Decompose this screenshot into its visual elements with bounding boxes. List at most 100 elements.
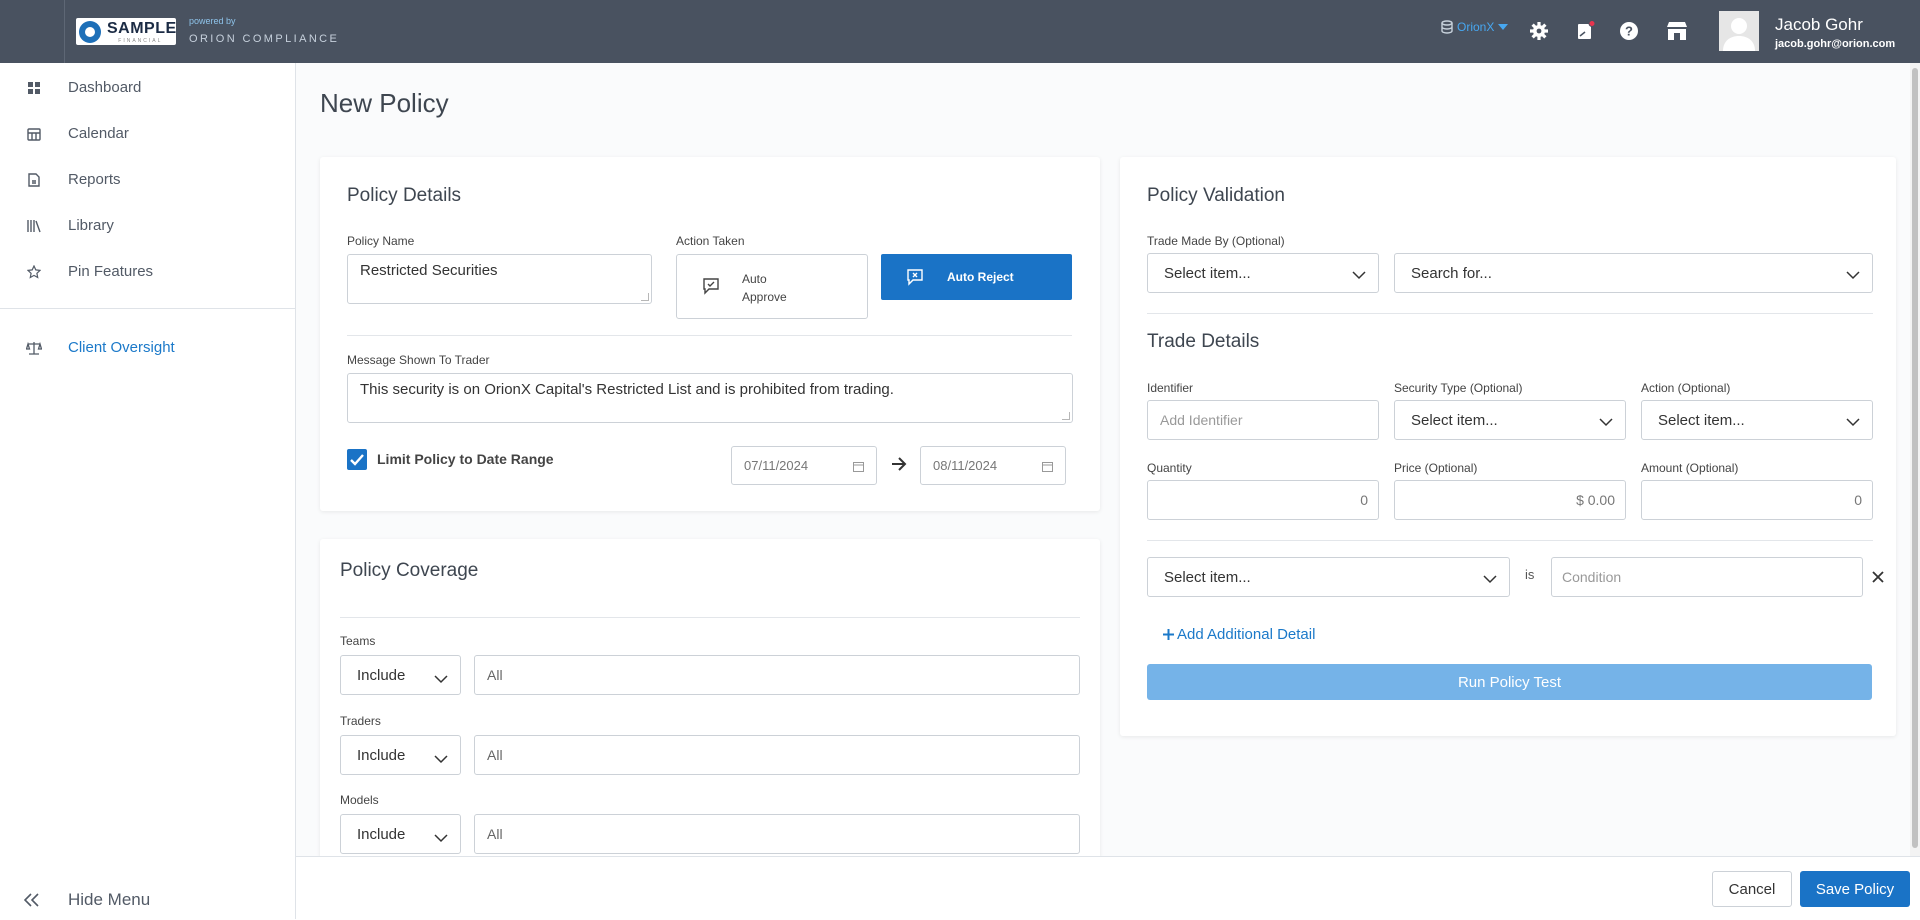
trader-message-value: This security is on OrionX Capital's Res…: [360, 381, 894, 398]
hide-menu-button[interactable]: Hide Menu: [0, 880, 295, 920]
condition-input[interactable]: Condition: [1551, 557, 1863, 597]
database-icon: [1441, 20, 1453, 34]
resize-handle[interactable]: [641, 293, 649, 301]
settings-gear-icon[interactable]: [1526, 18, 1552, 44]
auto-reject-label: Auto Reject: [947, 270, 1014, 284]
teams-mode-select[interactable]: Include: [340, 655, 461, 695]
chevron-down-icon: [434, 751, 448, 768]
sidebar-item-pin-features[interactable]: Pin Features: [0, 250, 295, 292]
teams-label: Teams: [340, 634, 376, 648]
sidebar-item-dashboard[interactable]: Dashboard: [0, 66, 295, 108]
traders-mode-select[interactable]: Include: [340, 735, 461, 775]
identifier-label: Identifier: [1147, 381, 1194, 395]
traders-label: Traders: [340, 714, 381, 728]
teams-value: All: [487, 667, 503, 683]
action-footer: [296, 856, 1920, 919]
identifier-input[interactable]: Add Identifier: [1147, 400, 1379, 440]
quantity-value: 0: [1360, 492, 1368, 508]
store-icon[interactable]: [1664, 18, 1690, 44]
models-label: Models: [340, 793, 379, 807]
end-date-value: 08/11/2024: [933, 458, 998, 473]
limit-date-range-label[interactable]: Limit Policy to Date Range: [377, 451, 554, 467]
sidebar-item-label: Library: [68, 216, 114, 234]
checkmark-icon: [350, 453, 364, 466]
trader-message-input[interactable]: This security is on OrionX Capital's Res…: [347, 373, 1073, 423]
logo-text: SAMPLE: [107, 19, 177, 37]
models-mode-value: Include: [357, 825, 406, 843]
save-policy-button[interactable]: Save Policy: [1800, 871, 1910, 907]
amount-input[interactable]: 0: [1641, 480, 1873, 520]
calendar-icon[interactable]: [1042, 460, 1053, 475]
firm-name: OrionX: [1457, 20, 1495, 34]
action-select[interactable]: Select item...: [1641, 400, 1873, 440]
security-type-select[interactable]: Select item...: [1394, 400, 1626, 440]
teams-value-input[interactable]: All: [474, 655, 1080, 695]
search-trader-select[interactable]: Search for...: [1394, 253, 1873, 293]
run-policy-test-button[interactable]: Run Policy Test: [1147, 664, 1872, 700]
limit-date-range-checkbox[interactable]: [347, 449, 367, 470]
caret-down-icon: [1498, 24, 1509, 30]
library-icon: [26, 218, 42, 234]
remove-condition-icon[interactable]: [1871, 570, 1885, 589]
sidebar-item-library[interactable]: Library: [0, 204, 295, 246]
firm-selector[interactable]: OrionX: [1441, 20, 1509, 34]
auto-reject-button[interactable]: Auto Reject: [881, 254, 1072, 300]
calendar-icon[interactable]: [853, 460, 864, 475]
logo-mark-icon: [79, 20, 101, 43]
models-value-input[interactable]: All: [474, 814, 1080, 854]
sidebar-item-client-oversight[interactable]: Client Oversight: [0, 326, 295, 368]
amount-label: Amount (Optional): [1641, 461, 1739, 475]
company-logo[interactable]: SAMPLE FINANCIAL: [76, 18, 176, 45]
help-icon[interactable]: ?: [1616, 18, 1642, 44]
page-title: New Policy: [320, 88, 449, 118]
price-label: Price (Optional): [1394, 461, 1478, 475]
dashboard-icon: [26, 80, 42, 96]
start-date-value: 07/11/2024: [744, 458, 809, 473]
resize-handle[interactable]: [1062, 412, 1070, 420]
sidebar-item-reports[interactable]: Reports: [0, 158, 295, 200]
divider: [1147, 313, 1873, 314]
report-icon: [26, 172, 42, 188]
price-input[interactable]: $ 0.00: [1394, 480, 1626, 520]
trade-made-by-select[interactable]: Select item...: [1147, 253, 1379, 293]
security-type-value: Select item...: [1411, 411, 1498, 429]
policy-name-input[interactable]: Restricted Securities: [347, 254, 652, 304]
detail-field-select[interactable]: Select item...: [1147, 557, 1510, 597]
auto-approve-button[interactable]: Auto Approve: [676, 254, 868, 319]
user-email: jacob.gohr@orion.com: [1775, 38, 1896, 50]
models-mode-select[interactable]: Include: [340, 814, 461, 854]
start-date-input[interactable]: 07/11/2024: [731, 446, 877, 485]
action-value: Select item...: [1658, 411, 1745, 429]
user-name[interactable]: Jacob Gohr: [1775, 15, 1863, 35]
chevron-down-icon: [434, 671, 448, 688]
save-label: Save Policy: [1815, 880, 1895, 898]
chevron-down-icon: [1599, 414, 1613, 431]
message-check-icon: [702, 277, 720, 300]
svg-text:?: ?: [1625, 24, 1633, 39]
trade-details-title: Trade Details: [1147, 331, 1260, 352]
scrollbar-thumb[interactable]: [1912, 68, 1918, 848]
divider: [1147, 540, 1873, 541]
calendar-icon: [26, 126, 42, 142]
divider: [347, 335, 1072, 336]
add-additional-detail-link[interactable]: Add Additional Detail: [1162, 626, 1315, 643]
traders-value-input[interactable]: All: [474, 735, 1080, 775]
notifications-icon[interactable]: [1572, 18, 1598, 44]
policy-coverage-card: [320, 539, 1100, 859]
sidebar: Dashboard Calendar Reports Library Pin F…: [0, 63, 296, 919]
user-avatar[interactable]: [1719, 11, 1759, 51]
end-date-input[interactable]: 08/11/2024: [920, 446, 1066, 485]
scale-icon: [26, 340, 42, 356]
cancel-button[interactable]: Cancel: [1712, 871, 1792, 907]
page-scrollbar[interactable]: [1910, 63, 1920, 856]
chevron-down-icon: [434, 830, 448, 847]
action-taken-label: Action Taken: [676, 234, 745, 248]
sidebar-item-calendar[interactable]: Calendar: [0, 112, 295, 154]
run-test-label: Run Policy Test: [1457, 673, 1562, 691]
detail-field-value: Select item...: [1164, 568, 1251, 586]
search-trader-value: Search for...: [1411, 264, 1492, 282]
quantity-input[interactable]: 0: [1147, 480, 1379, 520]
is-label: is: [1525, 567, 1535, 582]
auto-approve-label: Auto Approve: [742, 272, 787, 304]
sidebar-item-label: Dashboard: [68, 78, 142, 96]
